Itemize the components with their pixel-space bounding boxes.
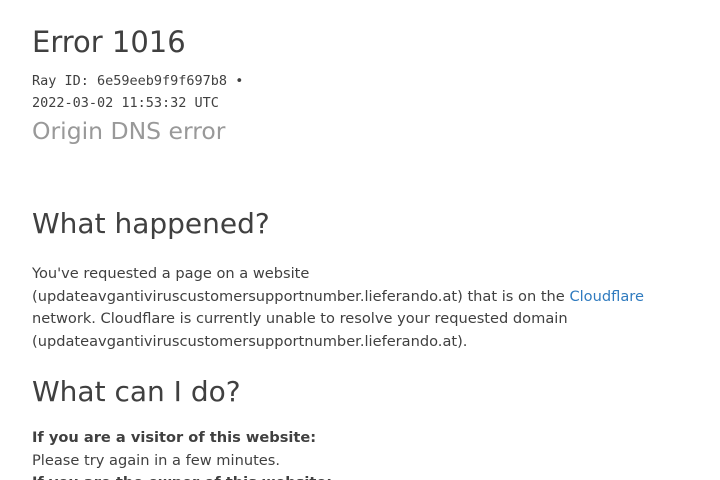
error-page: Error 1016 Ray ID: 6e59eeb9f9f697b8 • 20… [0, 0, 720, 480]
what-can-i-do-heading: What can I do? [32, 375, 241, 408]
visitor-text: Please try again in a few minutes. [32, 451, 281, 469]
error-header: Error 1016 Ray ID: 6e59eeb9f9f697b8 • 20… [32, 22, 692, 148]
what-can-i-do-section: What can I do? If you are a visitor of t… [32, 372, 692, 480]
owner-heading: If you are the owner of this website: [32, 472, 692, 480]
ray-id-info: Ray ID: 6e59eeb9f9f697b8 • 2022-03-02 11… [32, 70, 272, 114]
what-happened-text-end: network. Cloudflare is currently unable … [32, 310, 568, 350]
visitor-heading: If you are a visitor of this website: [32, 429, 317, 446]
what-happened-text: You've requested a page on a website (up… [32, 263, 692, 353]
what-happened-section: What happened? You've requested a page o… [32, 204, 692, 353]
error-code-title: Error 1016 [32, 25, 186, 59]
what-happened-text-start: You've requested a page on a website (up… [32, 265, 570, 305]
what-happened-heading: What happened? [32, 207, 270, 240]
error-subtitle: Origin DNS error [32, 117, 226, 145]
ray-id: Ray ID: 6e59eeb9f9f697b8 • [32, 73, 244, 89]
error-timestamp: 2022-03-02 11:53:32 UTC [32, 95, 219, 111]
cloudflare-link[interactable]: Cloudflare [569, 288, 643, 305]
